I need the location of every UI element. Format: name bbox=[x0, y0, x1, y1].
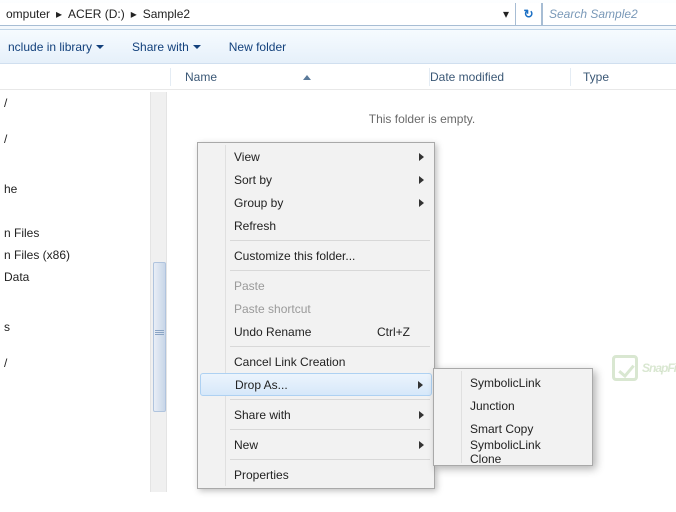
sort-ascending-icon bbox=[303, 75, 311, 80]
submenu-arrow-icon bbox=[419, 176, 424, 184]
crumb-computer[interactable]: omputer bbox=[4, 7, 52, 21]
tree-item[interactable]: / bbox=[2, 92, 150, 114]
tree-item[interactable] bbox=[2, 200, 150, 222]
share-with-button[interactable]: Share with bbox=[132, 40, 201, 54]
newfolder-label: New folder bbox=[229, 40, 286, 54]
menu-paste-shortcut: Paste shortcut bbox=[200, 297, 432, 320]
refresh-button[interactable]: ↻ bbox=[516, 3, 542, 26]
submenu-junction-label: Junction bbox=[470, 399, 515, 413]
column-name-label: Name bbox=[185, 70, 217, 84]
toolbar: nclude in library Share with New folder bbox=[0, 30, 676, 64]
watermark-icon bbox=[612, 355, 638, 381]
menu-customize[interactable]: Customize this folder... bbox=[200, 244, 432, 267]
crumb-arrow-icon[interactable]: ▸ bbox=[127, 7, 141, 21]
menu-customize-label: Customize this folder... bbox=[234, 249, 355, 263]
menu-paste-label: Paste bbox=[234, 279, 265, 293]
watermark-text: SnapFi bbox=[642, 361, 676, 375]
chevron-down-icon bbox=[96, 45, 104, 49]
menu-paste: Paste bbox=[200, 274, 432, 297]
column-headers: Name Date modified Type bbox=[0, 64, 676, 90]
share-label: Share with bbox=[132, 40, 189, 54]
menu-separator bbox=[230, 346, 430, 347]
menu-undo-label: Undo Rename bbox=[234, 325, 311, 339]
menu-new-label: New bbox=[234, 438, 258, 452]
menu-separator bbox=[230, 459, 430, 460]
column-type[interactable]: Type bbox=[571, 70, 609, 84]
submenu-symboliclink[interactable]: SymbolicLink bbox=[436, 371, 590, 394]
crumb-arrow-icon[interactable]: ▸ bbox=[52, 7, 66, 21]
tree-item[interactable]: Data bbox=[2, 266, 150, 288]
menu-drop-as[interactable]: Drop As... bbox=[200, 373, 432, 396]
watermark: SnapFi bbox=[612, 355, 676, 381]
menu-refresh-label: Refresh bbox=[234, 219, 276, 233]
menu-undo-rename[interactable]: Undo Rename Ctrl+Z bbox=[200, 320, 432, 343]
column-date[interactable]: Date modified bbox=[430, 70, 570, 84]
crumb-folder[interactable]: Sample2 bbox=[141, 7, 192, 21]
menu-properties-label: Properties bbox=[234, 468, 289, 482]
submenu-arrow-icon bbox=[418, 381, 423, 389]
tree-scrollbar[interactable] bbox=[150, 92, 167, 492]
menu-share-with[interactable]: Share with bbox=[200, 403, 432, 426]
menu-refresh[interactable]: Refresh bbox=[200, 214, 432, 237]
submenu-arrow-icon bbox=[419, 153, 424, 161]
tree-item[interactable]: n Files (x86) bbox=[2, 244, 150, 266]
menu-separator bbox=[230, 240, 430, 241]
new-folder-button[interactable]: New folder bbox=[229, 40, 286, 54]
include-in-library-button[interactable]: nclude in library bbox=[8, 40, 104, 54]
submenu-arrow-icon bbox=[419, 441, 424, 449]
drop-as-submenu: SymbolicLink Junction Smart Copy Symboli… bbox=[433, 368, 593, 466]
context-menu: View Sort by Group by Refresh Customize … bbox=[197, 142, 435, 489]
menu-paste-shortcut-label: Paste shortcut bbox=[234, 302, 311, 316]
column-name[interactable]: Name bbox=[171, 70, 429, 84]
refresh-icon: ↻ bbox=[523, 7, 533, 21]
submenu-junction[interactable]: Junction bbox=[436, 394, 590, 417]
menu-groupby-label: Group by bbox=[234, 196, 283, 210]
menu-cancel-link-label: Cancel Link Creation bbox=[234, 355, 345, 369]
menu-sort-by[interactable]: Sort by bbox=[200, 168, 432, 191]
crumb-drive[interactable]: ACER (D:) bbox=[66, 7, 127, 21]
submenu-symboliclink-label: SymbolicLink bbox=[470, 376, 541, 390]
menu-separator bbox=[230, 270, 430, 271]
menu-drop-as-label: Drop As... bbox=[235, 378, 288, 392]
tree-item[interactable]: / bbox=[2, 128, 150, 150]
submenu-symboliclink-clone[interactable]: SymbolicLink Clone bbox=[436, 440, 590, 463]
menu-properties[interactable]: Properties bbox=[200, 463, 432, 486]
submenu-arrow-icon bbox=[419, 199, 424, 207]
submenu-smartcopy-label: Smart Copy bbox=[470, 422, 533, 436]
submenu-clone-label: SymbolicLink Clone bbox=[470, 438, 572, 466]
menu-sortby-label: Sort by bbox=[234, 173, 272, 187]
menu-share-label: Share with bbox=[234, 408, 291, 422]
breadcrumb-dropdown-icon[interactable]: ▾ bbox=[497, 7, 515, 21]
search-placeholder: Search Sample2 bbox=[549, 7, 638, 21]
folder-tree[interactable]: / / he n Files n Files (x86) Data s / bbox=[0, 92, 150, 492]
menu-view[interactable]: View bbox=[200, 145, 432, 168]
tree-item[interactable]: he bbox=[2, 178, 150, 200]
menu-separator bbox=[230, 429, 430, 430]
breadcrumb[interactable]: omputer ▸ ACER (D:) ▸ Sample2 ▾ bbox=[0, 3, 516, 26]
menu-separator bbox=[230, 399, 430, 400]
tree-item[interactable]: / bbox=[2, 352, 150, 374]
menu-group-by[interactable]: Group by bbox=[200, 191, 432, 214]
chevron-down-icon bbox=[193, 45, 201, 49]
menu-undo-shortcut: Ctrl+Z bbox=[377, 325, 410, 339]
search-input[interactable]: Search Sample2 bbox=[542, 3, 676, 26]
menu-new[interactable]: New bbox=[200, 433, 432, 456]
tree-item[interactable]: s bbox=[2, 316, 150, 338]
include-label: nclude in library bbox=[8, 40, 92, 54]
address-bar: omputer ▸ ACER (D:) ▸ Sample2 ▾ ↻ Search… bbox=[0, 0, 676, 30]
tree-item[interactable]: n Files bbox=[2, 222, 150, 244]
empty-folder-message: This folder is empty. bbox=[168, 112, 676, 126]
menu-view-label: View bbox=[234, 150, 260, 164]
menu-cancel-link[interactable]: Cancel Link Creation bbox=[200, 350, 432, 373]
submenu-arrow-icon bbox=[419, 411, 424, 419]
